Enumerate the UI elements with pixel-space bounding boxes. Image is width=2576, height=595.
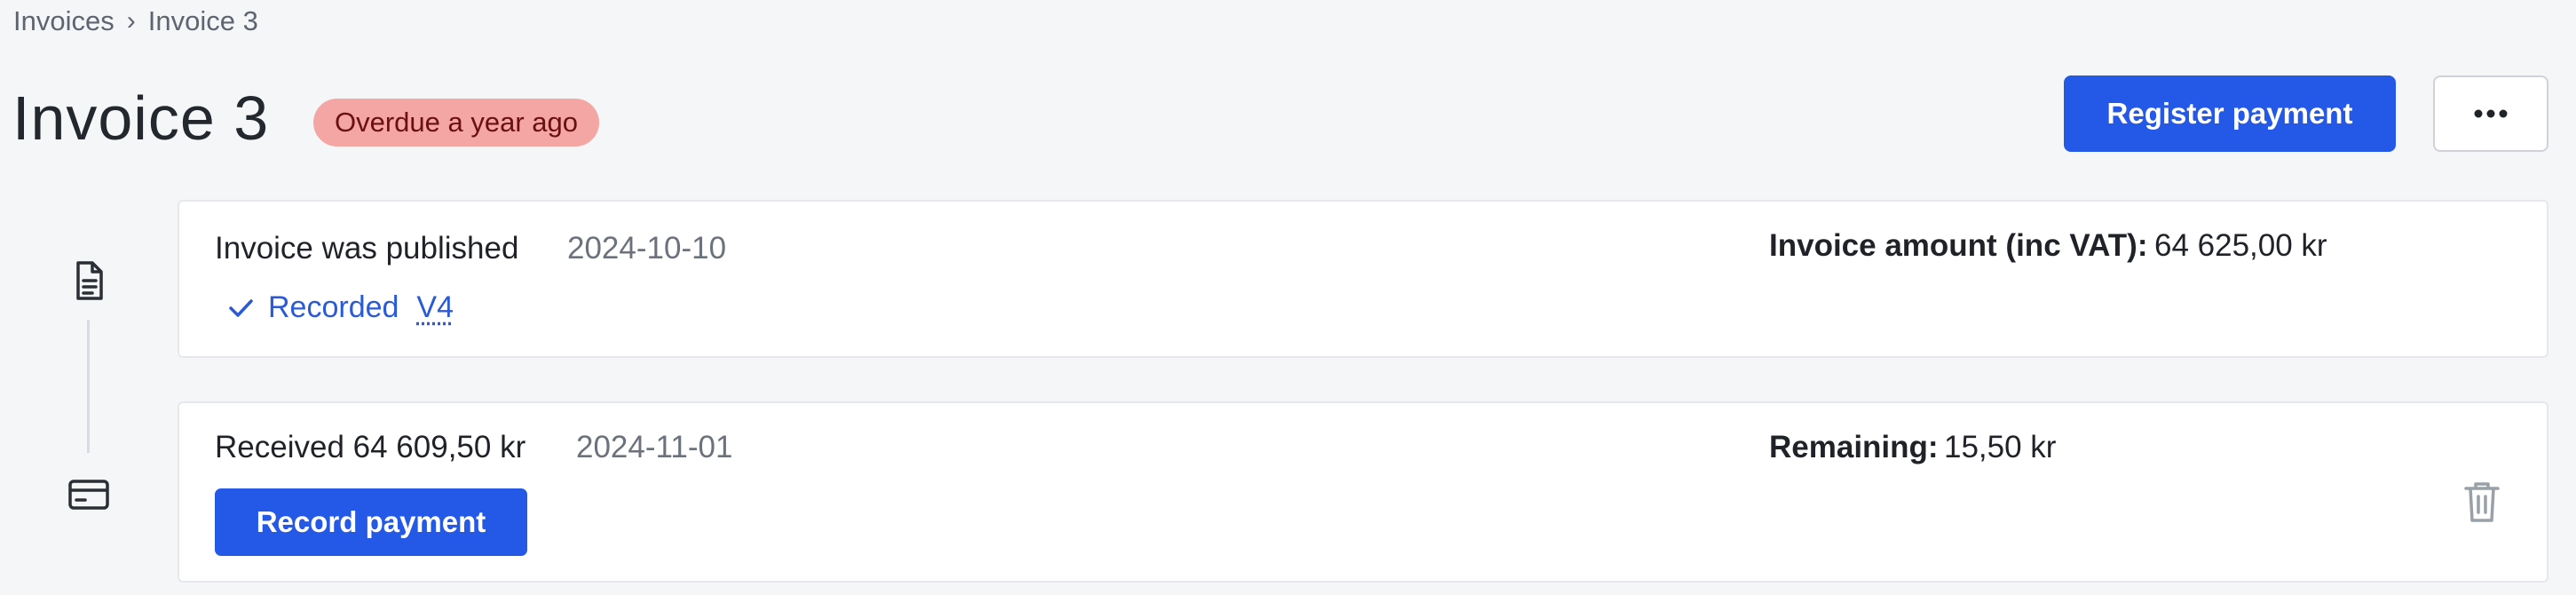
- more-horizontal-icon: [2474, 109, 2508, 118]
- check-icon: [229, 298, 253, 317]
- recorded-status: Recorded V4: [225, 290, 454, 325]
- payment-card: Received 64 609,50 kr 2024-11-01 Record …: [178, 401, 2548, 583]
- payment-received-label: Received 64 609,50 kr: [215, 430, 526, 464]
- status-badge: Overdue a year ago: [313, 99, 600, 147]
- published-date: 2024-10-10: [567, 231, 727, 266]
- remaining-value: 15,50 kr: [1944, 430, 2057, 464]
- breadcrumb-current: Invoice 3: [147, 5, 258, 36]
- invoice-published-card: Invoice was published 2024-10-10 Recorde…: [178, 200, 2548, 358]
- document-icon: [76, 261, 103, 300]
- record-payment-button[interactable]: Record payment: [215, 488, 527, 556]
- more-options-button[interactable]: [2433, 75, 2548, 152]
- payment-date: 2024-11-01: [576, 430, 733, 464]
- trash-icon[interactable]: [2461, 480, 2502, 524]
- invoice-amount-value: 64 625,00 kr: [2154, 228, 2327, 263]
- breadcrumb-separator: ›: [126, 6, 136, 36]
- breadcrumb-invoices-link[interactable]: Invoices: [13, 5, 115, 37]
- breadcrumb: Invoices › Invoice 3: [13, 5, 258, 37]
- page-title: Invoice 3: [12, 83, 270, 153]
- recorded-label: Recorded: [268, 290, 399, 324]
- register-payment-button[interactable]: Register payment: [2064, 75, 2396, 152]
- timeline-connector: [87, 320, 90, 453]
- voucher-link[interactable]: V4: [416, 290, 454, 325]
- invoice-amount-label: Invoice amount (inc VAT):: [1769, 228, 2148, 263]
- published-label: Invoice was published: [215, 231, 519, 266]
- remaining-label: Remaining:: [1769, 430, 1939, 464]
- credit-card-icon: [68, 480, 109, 510]
